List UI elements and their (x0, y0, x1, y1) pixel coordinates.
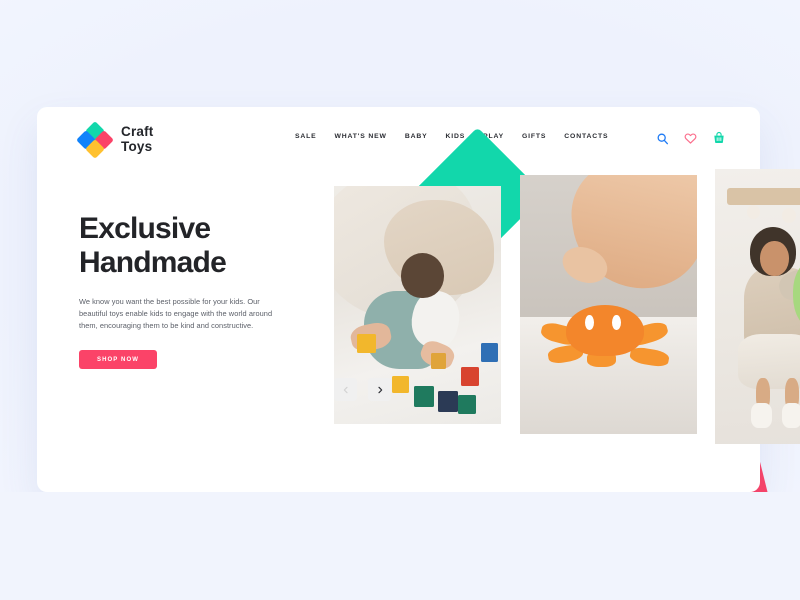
landing-page-card: Craft Toys SALE WHAT'S NEW BABY KIDS PLA… (37, 107, 800, 492)
slide-image-octopus-toy (520, 175, 697, 434)
carousel-slide-3[interactable] (715, 169, 800, 444)
chevron-right-icon (376, 382, 384, 397)
hero-copy: Exclusive Handmade We know you want the … (79, 212, 289, 370)
hero-subtitle: We know you want the best possible for y… (79, 297, 273, 331)
slide-image-girl-dinosaur (715, 169, 800, 444)
hero-carousel (297, 107, 800, 492)
shop-now-button[interactable]: SHOP NOW (79, 350, 157, 370)
brand-name: Craft Toys (121, 125, 154, 154)
carousel-prev-button[interactable] (334, 378, 357, 401)
diamond-logo-icon (76, 121, 114, 159)
chevron-left-icon (342, 382, 350, 397)
carousel-next-button[interactable] (368, 378, 391, 401)
page-title: Exclusive Handmade (79, 212, 227, 280)
carousel-controls (334, 378, 391, 401)
carousel-slide-2[interactable] (520, 175, 697, 434)
brand-name-line2: Toys (121, 139, 153, 154)
brand-logo[interactable]: Craft Toys (76, 121, 154, 159)
brand-name-line1: Craft (121, 124, 154, 140)
page-background-bottom (0, 492, 800, 600)
